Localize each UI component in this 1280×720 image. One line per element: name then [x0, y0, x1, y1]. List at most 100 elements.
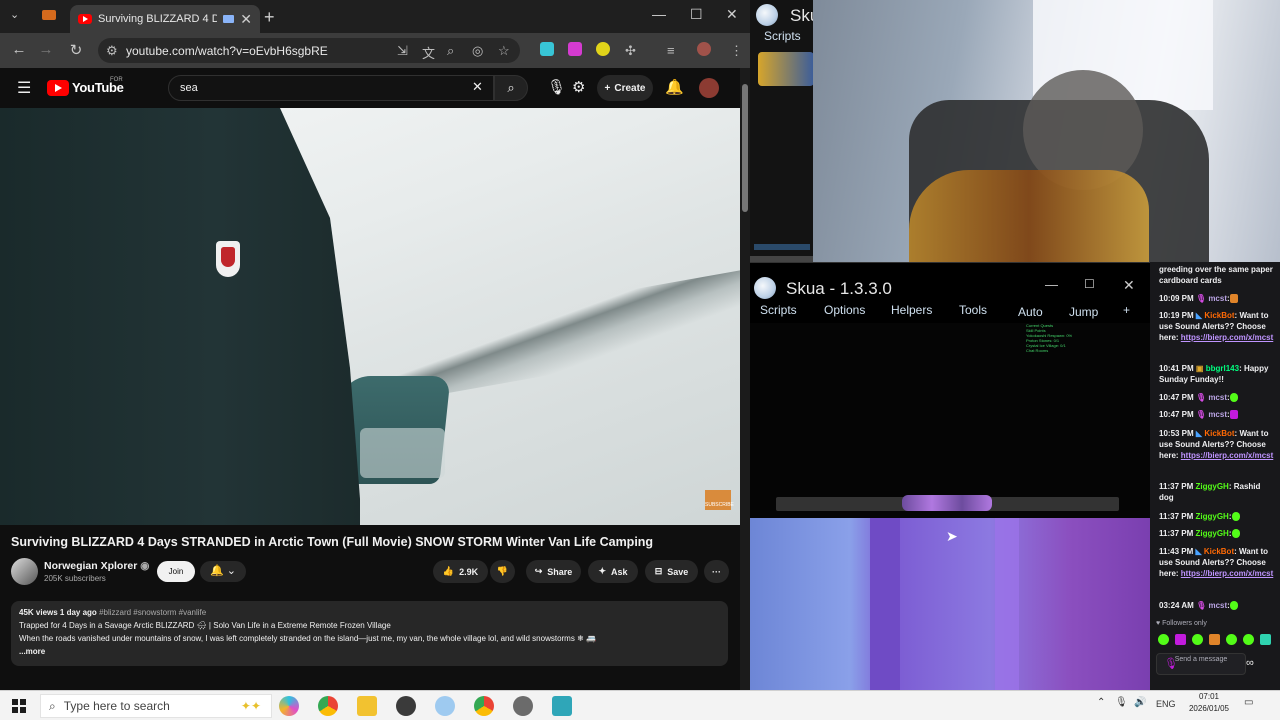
chat-link[interactable]: https://bierp.com/x/mcst	[1181, 569, 1273, 578]
emote-icon[interactable]	[1209, 634, 1220, 645]
extension-icon-1[interactable]	[540, 42, 554, 56]
emote-icon[interactable]	[1192, 634, 1203, 645]
translate-icon[interactable]: 文	[422, 43, 435, 62]
video-player[interactable]: SUBSCRIBE	[0, 108, 740, 525]
reload-icon[interactable]: ↻	[66, 41, 86, 59]
minimize-icon[interactable]: —	[652, 6, 666, 22]
emote-icon[interactable]	[1260, 634, 1271, 645]
forward-icon[interactable]: →	[36, 41, 56, 58]
search-input[interactable]: sea	[168, 75, 494, 101]
skua-menu-scripts[interactable]: Scripts	[760, 303, 797, 317]
emote-icon[interactable]	[1243, 634, 1254, 645]
voice-search-icon[interactable]: 🎙	[547, 78, 566, 96]
skua-menu-options[interactable]: Options	[824, 303, 865, 317]
skua-close-icon[interactable]: ✕	[1123, 277, 1135, 294]
new-tab-button[interactable]: +	[264, 7, 275, 28]
create-button[interactable]: + Create	[597, 75, 653, 101]
close-window-icon[interactable]: ✕	[726, 6, 738, 23]
emote-icon[interactable]	[1226, 634, 1237, 645]
extensions-puzzle-icon[interactable]: ✣	[625, 43, 636, 59]
chat-username[interactable]: KickBot	[1204, 429, 1234, 438]
join-button[interactable]: Join	[157, 561, 195, 582]
chat-username[interactable]: KickBot	[1204, 547, 1234, 556]
game-app-icon[interactable]	[552, 696, 572, 716]
scrollbar-thumb[interactable]	[742, 84, 748, 212]
account-avatar[interactable]	[699, 78, 719, 98]
skua-menu-add[interactable]: +	[1123, 303, 1130, 317]
browser-menu-icon[interactable]: ⋮	[730, 43, 743, 59]
game-skill-orbs[interactable]	[902, 495, 992, 511]
subscribe-watermark-icon[interactable]: SUBSCRIBE	[705, 490, 734, 510]
eye-off-icon[interactable]: ◎	[472, 43, 483, 59]
channel-avatar[interactable]	[11, 558, 38, 585]
extension-icon-3[interactable]	[596, 42, 610, 56]
chat-emote-picker-icon[interactable]: ∞	[1246, 657, 1254, 669]
chat-username[interactable]: KickBot	[1204, 311, 1234, 320]
site-info-icon[interactable]: ⚙	[106, 43, 118, 59]
language-indicator[interactable]: ENG	[1156, 699, 1176, 709]
snipping-tool-icon[interactable]	[435, 696, 455, 716]
save-button[interactable]: ⊟ Save	[645, 560, 698, 583]
like-button[interactable]: 👍 2.9K	[433, 560, 488, 583]
more-actions-button[interactable]: ···	[704, 560, 729, 583]
app-icon[interactable]	[513, 696, 533, 716]
channel-name[interactable]: Norwegian Xplorer ◉	[44, 560, 149, 572]
dislike-button[interactable]: 👎	[490, 560, 515, 583]
more-link[interactable]: ...more	[19, 645, 720, 658]
video-description[interactable]: 45K views 1 day ago #blizzard #snowstorm…	[11, 601, 728, 666]
clear-search-icon[interactable]: ✕	[472, 79, 483, 95]
share-button[interactable]: ↪ Share	[526, 560, 581, 583]
taskbar-search-box[interactable]: ⌕ Type here to search ✦✦	[40, 694, 272, 718]
profile-avatar[interactable]	[697, 42, 711, 56]
tab-active[interactable]: Surviving BLIZZARD 4 Days ✕	[70, 5, 260, 33]
speaker-tray-icon[interactable]: 🔊	[1134, 697, 1146, 708]
windows-start-icon[interactable]	[12, 699, 26, 713]
extension-icon-2[interactable]	[568, 42, 582, 56]
media-control-icon[interactable]: ≡	[667, 43, 675, 58]
chat-username[interactable]: mcst	[1208, 410, 1227, 419]
skua-menu-helpers[interactable]: Helpers	[891, 303, 932, 317]
chat-badge-icon[interactable]: 🎙	[1164, 657, 1178, 670]
chrome-app-icon-2[interactable]	[474, 696, 494, 716]
search-button[interactable]: ⌕	[494, 75, 528, 101]
back-icon[interactable]: ←	[9, 41, 29, 58]
subscribed-bell-button[interactable]: 🔔 ⌄	[200, 561, 246, 582]
chat-link[interactable]: https://bierp.com/x/mcst	[1181, 451, 1273, 460]
chat-username[interactable]: bbgrl143	[1206, 364, 1239, 373]
emote-icon[interactable]	[1158, 634, 1169, 645]
install-icon[interactable]: ⇲	[397, 43, 408, 59]
game-viewport[interactable]: Current Quests Skill Points Yokokaoshi R…	[750, 323, 1150, 518]
chat-username[interactable]: mcst	[1208, 294, 1227, 303]
chat-username[interactable]: mcst	[1208, 393, 1227, 402]
ask-button[interactable]: ✦ Ask	[588, 560, 638, 583]
extension-gear-icon[interactable]: ⚙	[572, 78, 585, 96]
tray-overflow-icon[interactable]: ⌃	[1097, 697, 1105, 708]
tab-search-icon[interactable]: ⌄	[10, 8, 19, 21]
pinned-tab-icon[interactable]	[42, 10, 56, 20]
taskbar-clock[interactable]: 07:01 2026/01/05	[1184, 691, 1234, 715]
zoom-icon[interactable]: ⌕	[447, 43, 454, 59]
skua-menu-tools[interactable]: Tools	[959, 303, 987, 317]
chat-link[interactable]: https://bierp.com/x/mcst	[1181, 333, 1273, 342]
notification-center-icon[interactable]: ▭	[1244, 697, 1253, 708]
file-explorer-icon[interactable]	[357, 696, 377, 716]
notifications-bell-icon[interactable]: 🔔	[665, 78, 684, 96]
skua-menu-jump[interactable]: Jump	[1069, 305, 1098, 319]
copilot-app-icon[interactable]	[279, 696, 299, 716]
emote-icon[interactable]	[1175, 634, 1186, 645]
chrome-app-icon[interactable]	[318, 696, 338, 716]
chat-username[interactable]: mcst	[1208, 601, 1227, 610]
skua-menu-auto[interactable]: Auto	[1018, 305, 1043, 319]
hashtags[interactable]: #blizzard #snowstorm #vanlife	[99, 608, 206, 617]
maximize-icon[interactable]: ☐	[690, 6, 703, 23]
skua-mini-scripts-menu[interactable]: Scripts	[764, 29, 801, 43]
chat-username[interactable]: ZiggyGH	[1195, 482, 1228, 491]
address-bar[interactable]: youtube.com/watch?v=oEvbH6sgbRE	[98, 38, 520, 63]
chat-username[interactable]: ZiggyGH	[1195, 529, 1228, 538]
skua-maximize-icon[interactable]: ☐	[1084, 277, 1095, 291]
obs-app-icon[interactable]	[396, 696, 416, 716]
tab-close-icon[interactable]: ✕	[240, 11, 252, 28]
bookmark-star-icon[interactable]: ☆	[498, 43, 510, 59]
skua-minimize-icon[interactable]: —	[1045, 277, 1058, 292]
youtube-logo-icon[interactable]	[47, 80, 69, 96]
